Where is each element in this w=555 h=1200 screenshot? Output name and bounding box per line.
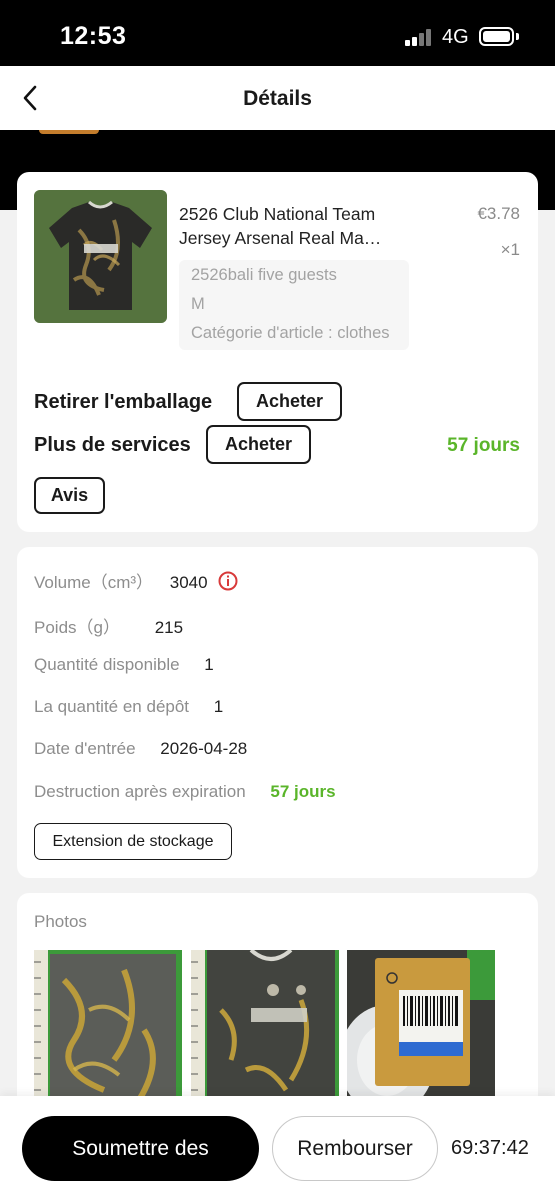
- attribute-size: M: [191, 295, 205, 313]
- photos-title: Photos: [34, 912, 87, 931]
- submit-button[interactable]: Soumettre des: [22, 1116, 259, 1181]
- countdown-timer: 69:37:42: [451, 1137, 529, 1159]
- info-row-available-qty: Quantité disponible 1: [34, 655, 214, 675]
- remove-packaging-label: Retirer l'emballage: [34, 391, 213, 413]
- jersey-tag-photo[interactable]: [347, 950, 495, 1110]
- remove-packaging-buy-button[interactable]: Acheter: [237, 382, 342, 421]
- product-price: €3.78: [477, 204, 520, 223]
- entry-date-label: Date d'entrée: [34, 739, 136, 758]
- status-time: 12:53: [60, 22, 127, 50]
- review-button[interactable]: Avis: [34, 477, 105, 514]
- entry-date-value: 2026-04-28: [160, 739, 248, 758]
- volume-value: 3040: [169, 573, 208, 592]
- info-row-weight: Poids（g） 215: [34, 613, 183, 638]
- battery-tip: [516, 33, 519, 40]
- more-services-buy-button[interactable]: Acheter: [206, 425, 311, 464]
- page-title: Détails: [243, 87, 312, 110]
- product-attributes: 2526bali five guests M Catégorie d'artic…: [179, 260, 409, 350]
- jersey-front-photo[interactable]: [191, 950, 339, 1110]
- available-qty-value: 1: [204, 655, 214, 674]
- info-circle-icon[interactable]: [218, 571, 238, 591]
- deposit-qty-label: La quantité en dépôt: [34, 697, 190, 716]
- network-type: 4G: [442, 26, 469, 48]
- volume-label: Volume（cm³）: [34, 573, 154, 592]
- deposit-qty-value: 1: [213, 697, 224, 716]
- jersey-front-image: [191, 950, 339, 1110]
- jersey-thumbnail-image: [34, 190, 167, 323]
- jersey-photo[interactable]: [34, 190, 167, 323]
- orange-tab-indicator: [39, 130, 99, 134]
- extend-storage-button[interactable]: Extension de stockage: [34, 823, 232, 860]
- nav-bar: Détails: [0, 66, 555, 130]
- signal-bars-icon: [405, 29, 435, 46]
- jersey-flat-photo[interactable]: [34, 950, 182, 1110]
- days-remaining: 57 jours: [447, 435, 520, 456]
- destruction-value: 57 jours: [270, 782, 336, 801]
- jersey-flat-image: [34, 950, 182, 1110]
- weight-label: Poids（g）: [34, 618, 120, 637]
- product-quantity: ×1: [500, 240, 520, 259]
- info-row-volume: Volume（cm³） 3040: [34, 568, 238, 593]
- destruction-label: Destruction après expiration: [34, 782, 246, 801]
- bottom-action-bar: Soumettre des Rembourser 69:37:42: [0, 1096, 555, 1200]
- info-row-destruction: Destruction après expiration 57 jours: [34, 782, 336, 802]
- refund-button[interactable]: Rembourser: [272, 1116, 438, 1181]
- info-row-entry-date: Date d'entrée 2026-04-28: [34, 739, 247, 759]
- weight-value: 215: [154, 618, 184, 637]
- attribute-variant: 2526bali five guests: [191, 266, 337, 284]
- storage-info-card: Volume（cm³） 3040 Poids（g） 215 Quantité d…: [17, 547, 538, 878]
- attribute-category: Catégorie d'article : clothes: [191, 324, 390, 342]
- battery-icon: [479, 27, 514, 46]
- product-card: 2526 Club National Team Jersey Arsenal R…: [17, 172, 538, 532]
- available-qty-label: Quantité disponible: [34, 655, 180, 674]
- status-bar: 12:53 4G: [0, 0, 555, 66]
- info-row-deposit-qty: La quantité en dépôt 1: [34, 697, 223, 717]
- more-services-label: Plus de services: [34, 434, 191, 456]
- product-name: 2526 Club National Team Jersey Arsenal R…: [179, 204, 382, 248]
- jersey-tag-image: [347, 950, 495, 1110]
